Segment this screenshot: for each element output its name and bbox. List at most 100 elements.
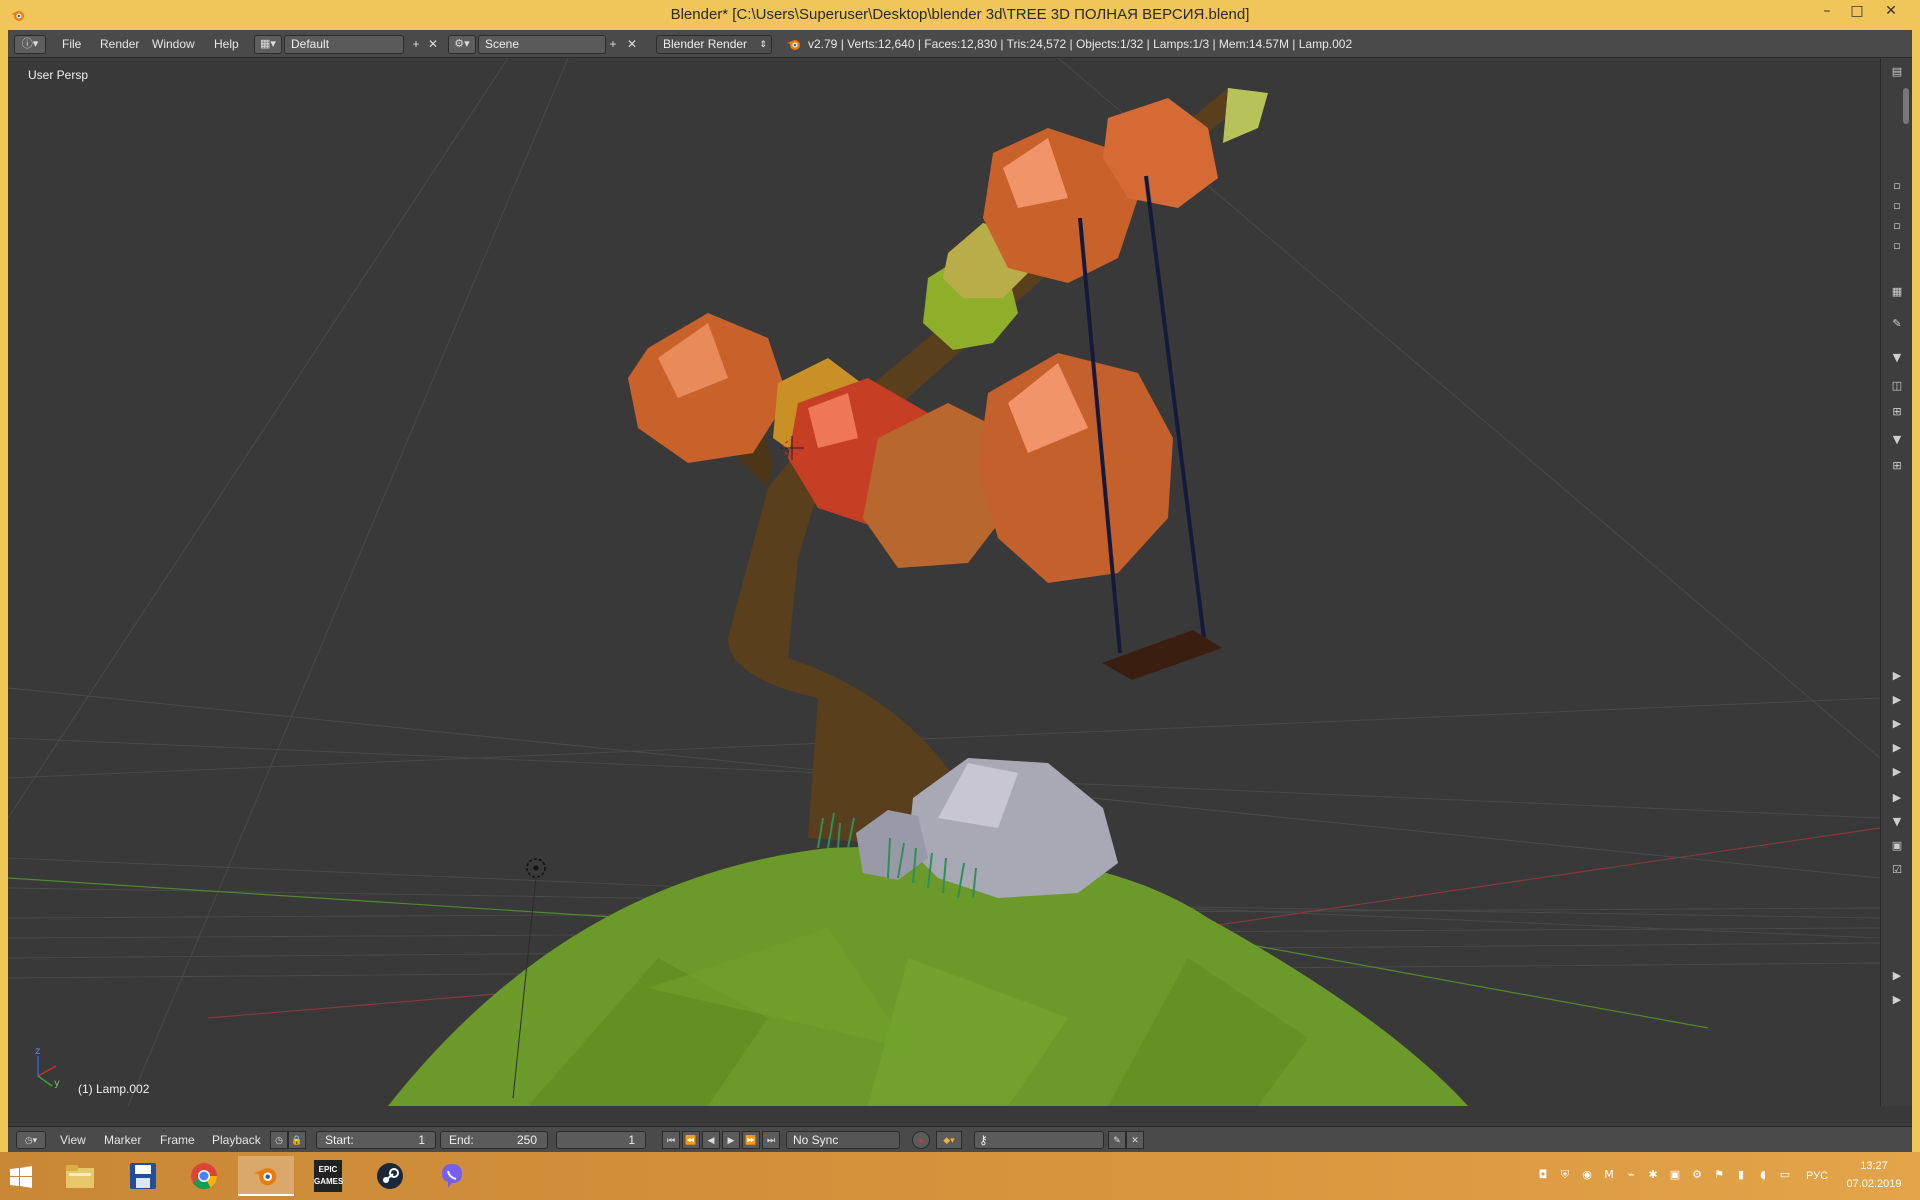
expand-arrow-icon[interactable]: ▶	[1887, 764, 1907, 780]
tray-steam-icon[interactable]: ◉	[1580, 1168, 1594, 1182]
minimize-button[interactable]: –	[1812, 0, 1842, 26]
taskbar-viber[interactable]	[424, 1156, 480, 1196]
windows-start-icon[interactable]	[10, 1166, 32, 1188]
scene-visibility-icon[interactable]: ▫	[1887, 178, 1907, 194]
input-language[interactable]: РУС	[1806, 1152, 1828, 1200]
tools-icon[interactable]: ✎	[1887, 316, 1907, 332]
tray-mail-icon[interactable]: M	[1602, 1168, 1616, 1182]
menu-window[interactable]: Window	[148, 30, 199, 58]
title-bar[interactable]: Blender* [C:\Users\Superuser\Desktop\ble…	[0, 0, 1920, 30]
scrollbar[interactable]	[1903, 88, 1909, 124]
remove-layout-icon[interactable]: ✕	[426, 37, 440, 51]
screen-layout-icon[interactable]: ▦▾	[254, 35, 282, 54]
scene-visibility-icon[interactable]: ▫	[1887, 218, 1907, 234]
timeline-menu-playback[interactable]: Playback	[212, 1127, 261, 1153]
menu-help[interactable]: Help	[210, 30, 243, 58]
render-icon[interactable]: ◫	[1887, 378, 1907, 394]
scene-render	[8, 58, 1880, 1106]
tray-shield-icon[interactable]: ⛨	[1558, 1168, 1572, 1182]
x-axis-line	[207, 992, 509, 1019]
expand-arrow-icon[interactable]: ▶	[1887, 740, 1907, 756]
remove-scene-icon[interactable]: ✕	[625, 37, 639, 51]
window-title: Blender* [C:\Users\Superuser\Desktop\ble…	[670, 6, 1250, 23]
tree-foliage	[628, 88, 1268, 583]
expand-arrow-icon[interactable]: ▶	[1887, 992, 1907, 1008]
current-frame-field[interactable]: 1	[556, 1131, 646, 1149]
tray-signal-icon[interactable]: ▮	[1734, 1168, 1748, 1182]
start-frame-field[interactable]: Start: 1	[316, 1131, 436, 1149]
add-layout-icon[interactable]: +	[409, 37, 423, 51]
taskbar-chrome[interactable]	[176, 1156, 232, 1196]
collapse-arrow-icon[interactable]: ▼	[1887, 814, 1907, 830]
tray-flag-icon[interactable]: ⚑	[1712, 1168, 1726, 1182]
delete-keyframe-icon[interactable]: ✕	[1126, 1131, 1144, 1149]
insert-keyframe-icon[interactable]: ✎	[1108, 1131, 1126, 1149]
expand-arrow-icon[interactable]: ▶	[1887, 692, 1907, 708]
start-frame-value: 1	[418, 1133, 425, 1147]
maximize-button[interactable]: □	[1842, 0, 1872, 26]
clock-date[interactable]: 07.02.2019	[1844, 1178, 1904, 1190]
jump-start-icon[interactable]: ⏮	[662, 1131, 680, 1149]
prev-keyframe-icon[interactable]: ⏪	[682, 1131, 700, 1149]
properties-icon[interactable]: ▦	[1887, 284, 1907, 300]
tray-network-icon[interactable]: ⌁	[1624, 1168, 1638, 1182]
outliner-icon[interactable]: ▤	[1887, 64, 1907, 80]
close-button[interactable]: ✕	[1876, 0, 1906, 26]
layers-icon[interactable]: ⊞	[1887, 404, 1907, 420]
folder-icon	[66, 1165, 94, 1188]
scene-icon[interactable]: ⚙▾	[448, 35, 476, 54]
scene-visibility-icon[interactable]: ▫	[1887, 238, 1907, 254]
expand-arrow-icon[interactable]: ▶	[1887, 668, 1907, 684]
clipboard-icon[interactable]: ▣	[1887, 838, 1907, 854]
scene-field[interactable]: Scene	[478, 35, 606, 54]
tray-app-icon[interactable]: ▣	[1668, 1168, 1682, 1182]
tray-notifications-icon[interactable]: ▭	[1778, 1168, 1792, 1182]
blender-app: ⓘ▾ File Render Window Help ▦▾ Default + …	[8, 30, 1912, 1152]
record-icon[interactable]: ●	[912, 1131, 930, 1149]
taskbar-file-explorer[interactable]	[52, 1156, 108, 1196]
blender-logo-icon	[254, 1168, 277, 1186]
play-icon[interactable]: ▶	[722, 1131, 740, 1149]
taskbar-steam[interactable]	[362, 1156, 418, 1196]
clock-icon[interactable]: ◷	[270, 1131, 288, 1149]
chrome-icon	[191, 1163, 218, 1190]
lock-icon[interactable]: 🔒	[288, 1131, 306, 1149]
taskbar-save-app[interactable]	[114, 1156, 170, 1196]
taskbar-epic-games[interactable]: EPIC GAMES	[300, 1156, 356, 1196]
collapse-arrow-icon[interactable]: ▼	[1887, 350, 1907, 366]
expand-arrow-icon[interactable]: ▶	[1887, 968, 1907, 984]
timeline-menu-marker[interactable]: Marker	[104, 1127, 141, 1153]
editor-type-info-icon[interactable]: ⓘ▾	[14, 35, 46, 54]
taskbar-blender[interactable]	[238, 1156, 294, 1196]
timeline-menu-frame[interactable]: Frame	[160, 1127, 195, 1153]
menu-file[interactable]: File	[58, 30, 85, 58]
scene-visibility-icon[interactable]: ▫	[1887, 198, 1907, 214]
expand-arrow-icon[interactable]: ▶	[1887, 716, 1907, 732]
next-keyframe-icon[interactable]: ⏩	[742, 1131, 760, 1149]
clock-time[interactable]: 13:27	[1844, 1160, 1904, 1172]
sync-mode-select[interactable]: No Sync	[786, 1131, 900, 1149]
checkbox-icon[interactable]: ☑	[1887, 862, 1907, 878]
tray-game-icon[interactable]: ◘	[1536, 1168, 1550, 1182]
end-frame-field[interactable]: End: 250	[440, 1131, 548, 1149]
tray-hardware-icon[interactable]: ⚙	[1690, 1168, 1704, 1182]
start-frame-label: Start:	[325, 1133, 354, 1147]
tray-settings-icon[interactable]: ✱	[1646, 1168, 1660, 1182]
editor-type-timeline-icon[interactable]: ◷▾	[16, 1131, 46, 1149]
add-scene-icon[interactable]: +	[606, 37, 620, 51]
collapse-arrow-icon[interactable]: ▼	[1887, 432, 1907, 448]
keying-set-field[interactable]: ⚷	[974, 1131, 1104, 1149]
settings-icon[interactable]: ⊞	[1887, 458, 1907, 474]
render-engine-select[interactable]: Blender Render ⇕	[656, 35, 772, 54]
axis-y-label: y	[54, 1078, 60, 1089]
expand-arrow-icon[interactable]: ▶	[1887, 790, 1907, 806]
keying-set-icon[interactable]: ◆▾	[936, 1131, 962, 1149]
jump-end-icon[interactable]: ⏭	[762, 1131, 780, 1149]
3d-viewport[interactable]: User Persp z y (1) Lamp.002	[8, 58, 1880, 1106]
tray-volume-icon[interactable]: ◖	[1756, 1168, 1770, 1182]
timeline-menu-view[interactable]: View	[60, 1127, 86, 1153]
screen-layout-field[interactable]: Default	[284, 35, 404, 54]
scene-statistics: v2.79 | Verts:12,640 | Faces:12,830 | Tr…	[808, 37, 1353, 51]
play-reverse-icon[interactable]: ◀	[702, 1131, 720, 1149]
menu-render[interactable]: Render	[96, 30, 143, 58]
